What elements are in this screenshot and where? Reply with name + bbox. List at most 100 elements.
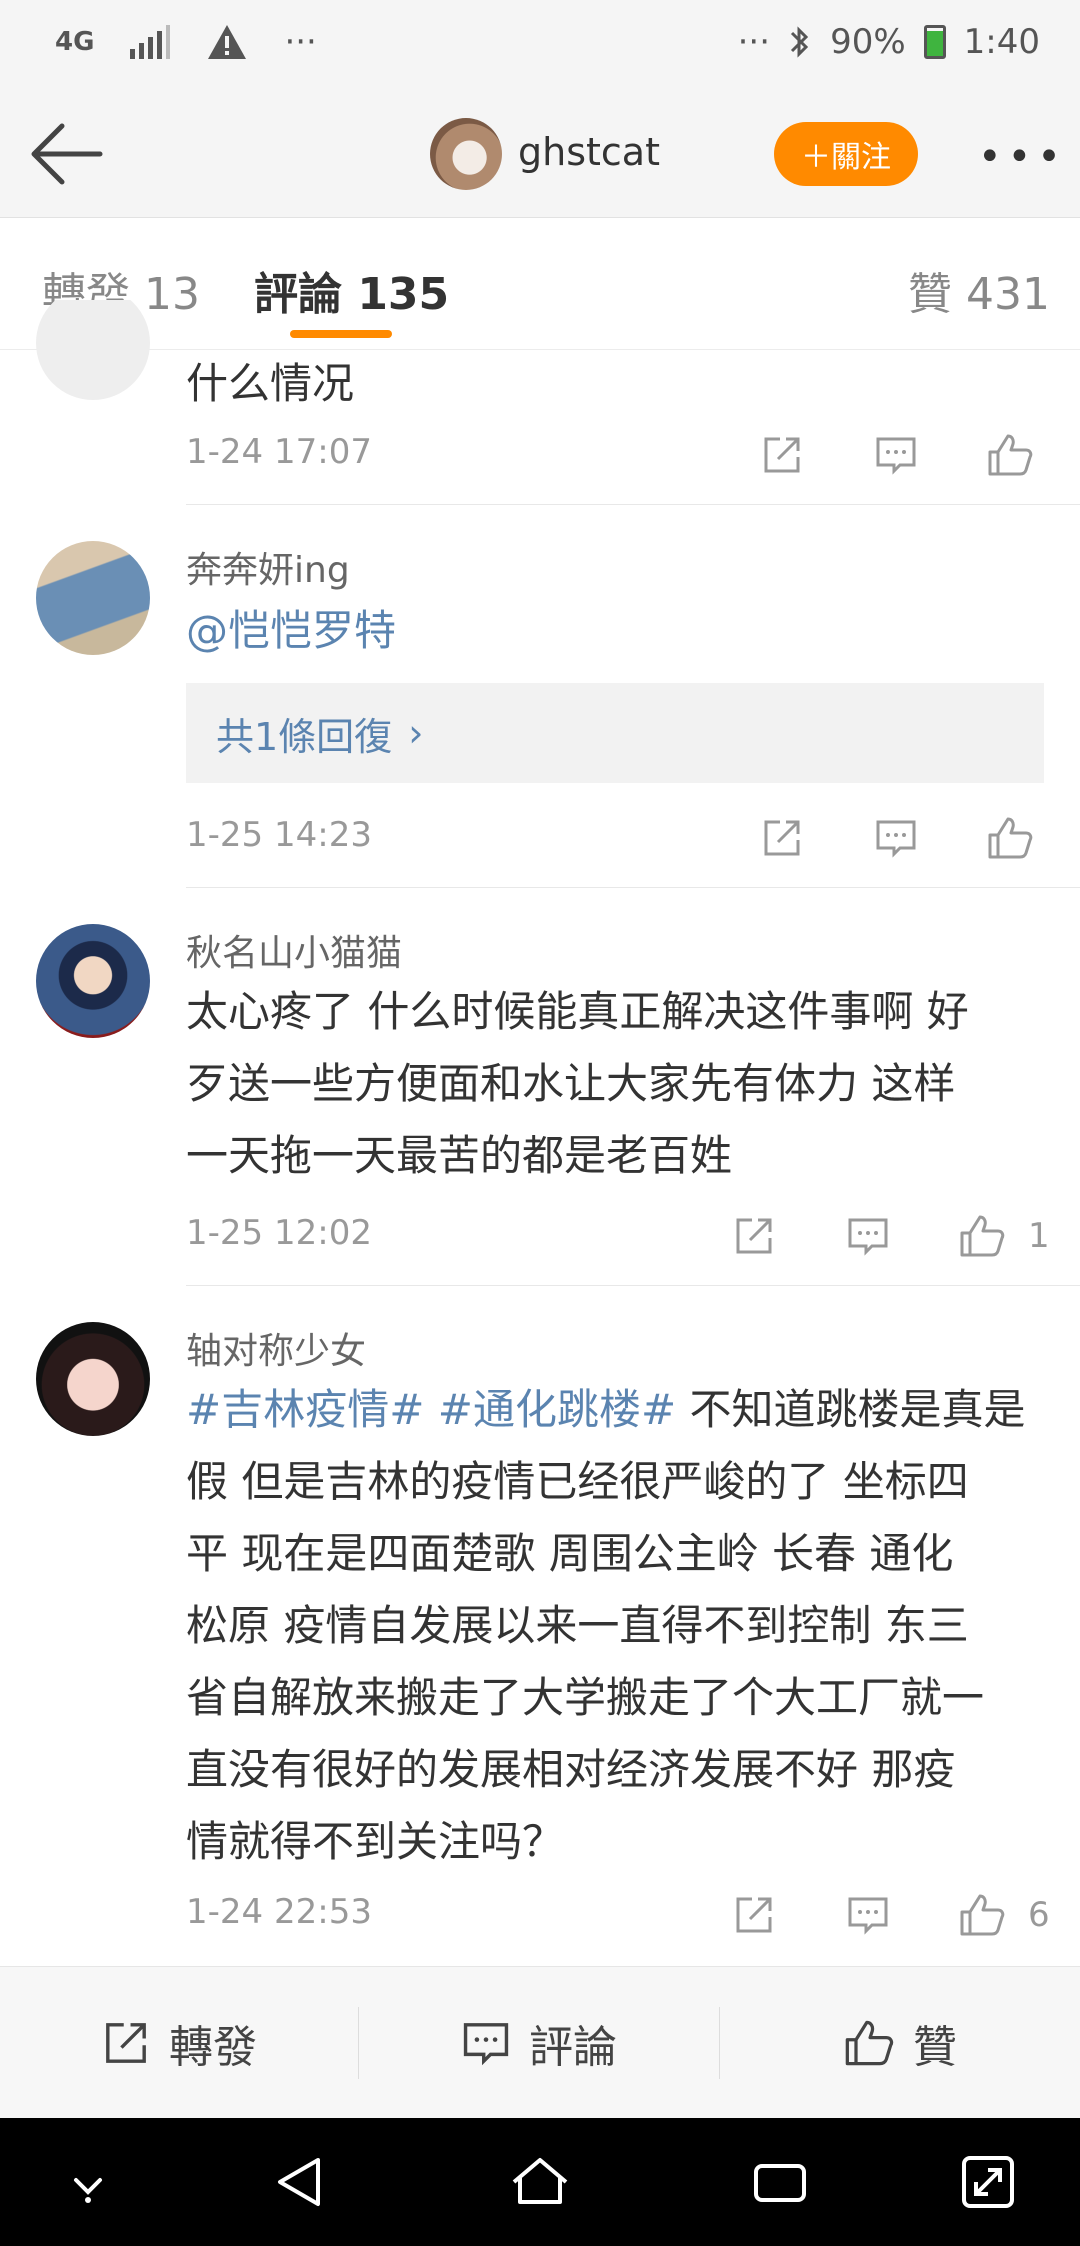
comment-line: 一天拖一天最苦的都是老百姓 (186, 1131, 733, 1180)
repost-label: 轉發 (169, 2022, 257, 2073)
home-nav-icon[interactable] (510, 2152, 570, 2212)
network-4g-icon: 4G (55, 27, 95, 57)
reply-button[interactable] (846, 1890, 890, 1940)
thumbs-up-icon (960, 1215, 1005, 1257)
like-button[interactable] (986, 430, 1044, 480)
more-status-icon: ··· (737, 22, 771, 62)
like-button[interactable]: 1 (958, 1211, 1050, 1261)
thumbs-up-icon (988, 434, 1033, 476)
repost-action-button[interactable]: 轉發 (0, 1967, 358, 2119)
share-icon (764, 820, 800, 856)
comment-time: 1-24 22:53 (186, 1892, 372, 1932)
reply-button[interactable] (874, 430, 918, 480)
commenter-name[interactable]: 奔奔妍ing (186, 541, 350, 593)
like-count: 1 (1028, 1216, 1050, 1256)
commenter-name[interactable]: 轴对称少女 (186, 1322, 366, 1374)
top-nav-bar: ghstcat ＋關注 ••• (0, 90, 1080, 218)
comment-line: 情就得不到关注吗？ (186, 1817, 565, 1866)
comment-actions (740, 813, 1080, 873)
comment-line: #吉林疫情# #通化跳楼# 不知道跳楼是真是 (186, 1374, 1046, 1446)
thumbs-up-icon (988, 817, 1033, 859)
comment-line: 假 但是吉林的疫情已经很严峻的了 坐标四 (186, 1457, 969, 1506)
comment-line: 直没有很好的发展相对经济发展不好 那疫 (186, 1745, 956, 1794)
like-label: 贊 (913, 2022, 957, 2073)
comment-line: 歹送一些方便面和水让大家先有体力 这样 (186, 1059, 956, 1108)
avatar[interactable] (36, 924, 150, 1038)
comment-text: #吉林疫情# #通化跳楼# 不知道跳楼是真是 假 但是吉林的疫情已经很严峻的了 … (186, 1374, 1046, 1878)
avatar[interactable] (36, 300, 150, 400)
hashtag-link[interactable]: #通化跳楼# (438, 1385, 676, 1434)
like-count: 6 (1028, 1895, 1050, 1935)
like-action-button[interactable]: 贊 (720, 1967, 1080, 2119)
expand-icon[interactable] (958, 2152, 1018, 2212)
comment-actions (740, 430, 1080, 490)
user-avatar[interactable] (430, 118, 502, 190)
follow-button[interactable]: ＋關注 (774, 122, 918, 186)
signal-icon (130, 25, 171, 59)
active-tab-indicator (290, 330, 392, 338)
comment-icon (848, 1218, 888, 1256)
comment-text: 什么情况 (186, 359, 355, 408)
comment-line: 太心疼了 什么时候能真正解决这件事啊 好 (186, 987, 969, 1036)
recent-apps-icon[interactable] (750, 2152, 810, 2212)
avatar[interactable] (36, 1322, 150, 1436)
like-button[interactable] (986, 813, 1044, 863)
comment-text: @恺恺罗特 (186, 595, 1046, 667)
comment-time: 1-24 17:07 (186, 432, 372, 472)
comment-action-button[interactable]: 評論 (359, 1967, 719, 2119)
comment-item: 奔奔妍ing @恺恺罗特 共1條回復 › 1-25 14:23 (0, 505, 1080, 888)
repost-button[interactable] (760, 430, 804, 480)
comment-item: 什么情况 1-24 17:07 (0, 300, 1080, 505)
comment-line: 松原 疫情自发展以来一直得不到控制 东三 (186, 1601, 969, 1650)
hashtag-link[interactable]: #吉林疫情# (186, 1385, 424, 1434)
view-replies-button[interactable]: 共1條回復 › (186, 683, 1044, 783)
comment-icon (463, 2023, 509, 2066)
status-bar: 4G ··· ··· 90% 1:40 (0, 0, 1080, 90)
repost-button[interactable] (732, 1211, 776, 1261)
tab-likes[interactable]: 贊 431 (908, 258, 1050, 322)
share-icon (106, 2023, 146, 2063)
comment-icon (848, 1897, 888, 1935)
avatar[interactable] (36, 541, 150, 655)
comment-actions: 6 (736, 1890, 1080, 1950)
comment-icon (876, 820, 916, 858)
more-options-icon[interactable]: ••• (978, 134, 1067, 180)
mention-link[interactable]: @恺恺罗特 (186, 606, 396, 655)
tab-comments[interactable]: 評論 135 (254, 258, 449, 322)
more-notifications-icon: ··· (284, 22, 317, 62)
bottom-action-bar: 轉發 評論 贊 (0, 1966, 1080, 2118)
back-arrow-icon[interactable] (28, 120, 104, 188)
clock: 1:40 (963, 22, 1040, 62)
comment-line: 省自解放来搬走了大学搬走了个大工厂就一 (186, 1673, 985, 1722)
chevron-right-icon: › (408, 711, 424, 755)
share-icon (736, 1897, 772, 1933)
repost-button[interactable] (732, 1890, 776, 1940)
reply-count: 共1條回復 (216, 714, 393, 759)
tab-bar: 轉發 13 評論 135 贊 431 (0, 218, 1080, 350)
warning-icon (208, 25, 247, 59)
username[interactable]: ghstcat (518, 130, 660, 174)
comment-time: 1-25 14:23 (186, 815, 372, 855)
system-nav-bar (0, 2118, 1080, 2246)
comment-line: 平 现在是四面楚歌 周围公主岭 长春 通化 (186, 1529, 954, 1578)
reply-button[interactable] (846, 1211, 890, 1261)
comment-item: 秋名山小猫猫 太心疼了 什么时候能真正解决这件事啊 好 歹送一些方便面和水让大家… (0, 888, 1080, 1286)
share-icon (736, 1218, 772, 1254)
share-icon (764, 437, 800, 473)
comment-time: 1-25 12:02 (186, 1213, 372, 1253)
thumbs-up-icon (845, 2020, 894, 2066)
commenter-name[interactable]: 秋名山小猫猫 (186, 924, 402, 976)
thumbs-up-icon (960, 1894, 1005, 1936)
battery-percent: 90% (830, 22, 906, 62)
comment-icon (876, 437, 916, 475)
battery-icon (923, 25, 946, 59)
comment-text: 太心疼了 什么时候能真正解决这件事啊 好 歹送一些方便面和水让大家先有体力 这样… (186, 976, 1046, 1192)
back-nav-icon[interactable] (270, 2152, 330, 2212)
reply-button[interactable] (874, 813, 918, 863)
like-button[interactable]: 6 (958, 1890, 1050, 1940)
comment-actions: 1 (736, 1211, 1080, 1271)
hide-keyboard-icon[interactable] (58, 2152, 118, 2212)
comment-label: 評論 (529, 2022, 617, 2073)
comment-item: 轴对称少女 #吉林疫情# #通化跳楼# 不知道跳楼是真是 假 但是吉林的疫情已经… (0, 1286, 1080, 1966)
repost-button[interactable] (760, 813, 804, 863)
